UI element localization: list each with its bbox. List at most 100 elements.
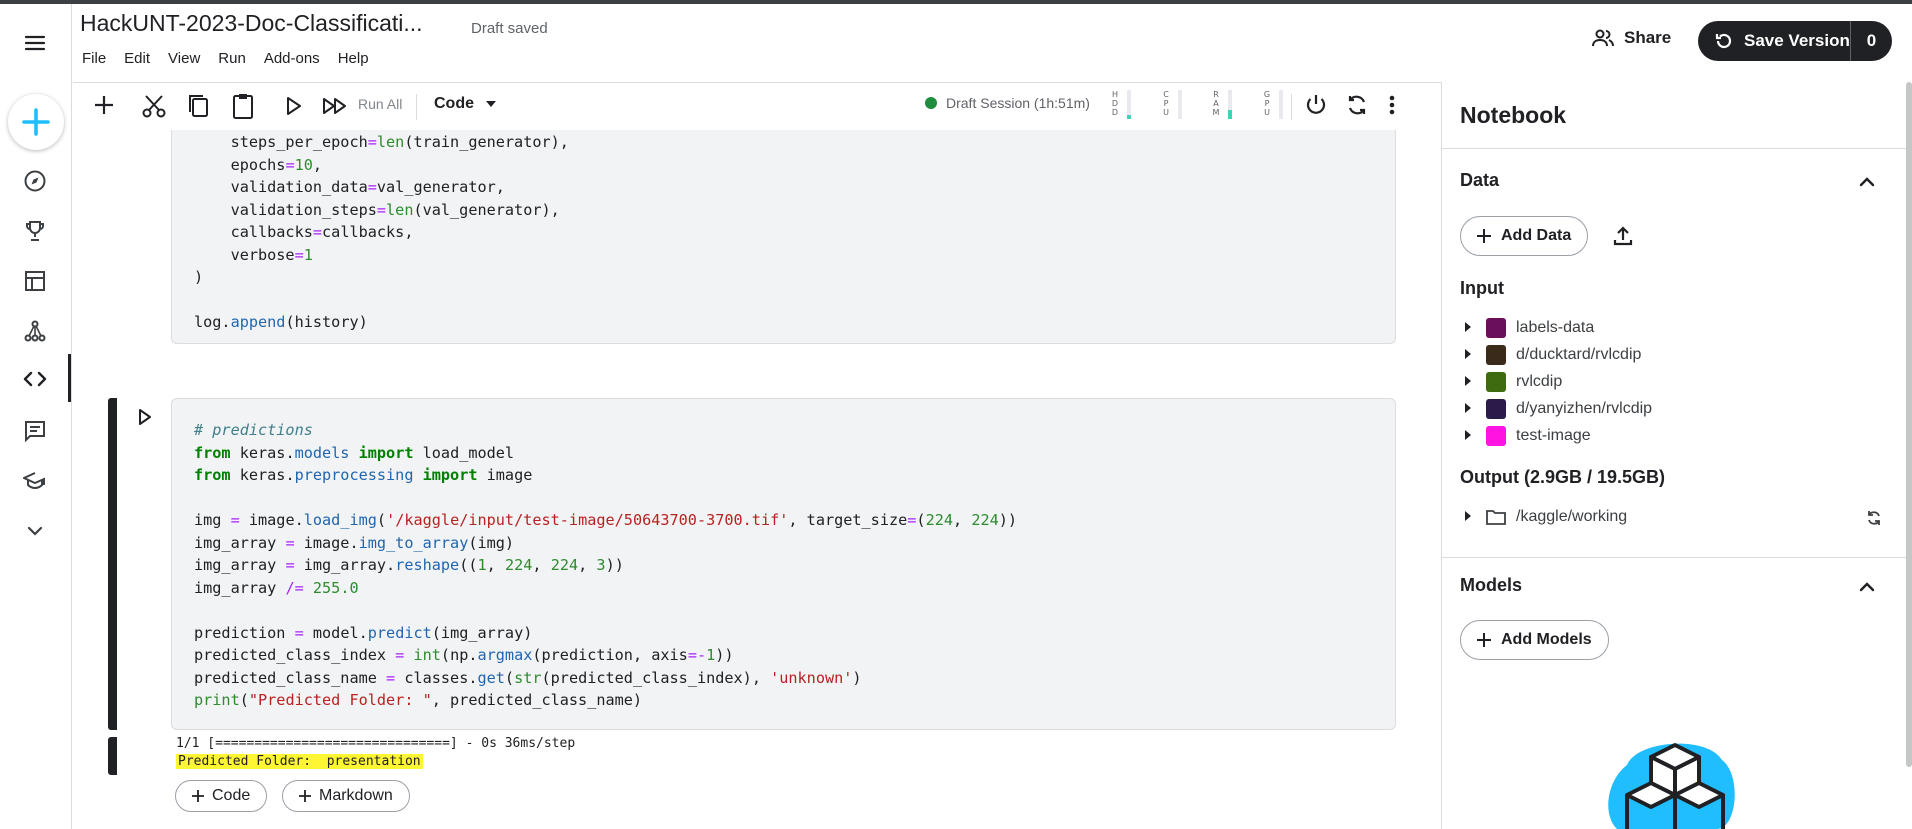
restart-icon[interactable] <box>1345 93 1369 117</box>
menu-bar: File Edit View Run Add-ons Help <box>82 50 369 67</box>
menu-edit[interactable]: Edit <box>124 50 150 67</box>
session-active-dot <box>925 97 937 109</box>
menu-run[interactable]: Run <box>218 50 246 67</box>
trophy-icon[interactable] <box>16 212 54 250</box>
power-icon[interactable] <box>1304 93 1328 117</box>
dataset-thumbnail <box>1486 345 1506 365</box>
hamburger-menu-icon[interactable] <box>16 24 54 62</box>
save-version-button[interactable]: Save Version 0 <box>1698 21 1892 61</box>
input-item-ducktard-rvlcdip[interactable]: d/ducktard/rvlcdip <box>1464 345 1641 365</box>
caret-down-icon <box>486 101 496 107</box>
code-line: ) <box>194 268 204 286</box>
share-button[interactable]: Share <box>1592 28 1671 48</box>
menu-help[interactable]: Help <box>338 50 369 67</box>
compass-icon[interactable] <box>16 162 54 200</box>
output-result: Predicted Folder: presentation <box>176 754 423 769</box>
copy-icon[interactable] <box>186 93 210 119</box>
code-editor[interactable]: steps_per_epoch=len(train_generator), ep… <box>194 131 569 334</box>
add-markdown-cell-button[interactable]: Markdown <box>282 780 410 812</box>
caret-right-icon <box>1465 511 1471 521</box>
output-progress: 1/1 [==============================] - 0… <box>176 736 576 751</box>
caret-right-icon <box>1465 349 1471 359</box>
run-all-icon[interactable] <box>322 96 348 116</box>
menu-add-ons[interactable]: Add-ons <box>264 50 320 67</box>
cpu-meter-label: CPU <box>1163 90 1169 117</box>
output-item-working[interactable]: /kaggle/working <box>1464 508 1627 526</box>
code-line: from keras.preprocessing import image <box>194 466 533 484</box>
input-item-labels-data[interactable]: labels-data <box>1464 318 1594 338</box>
table-icon[interactable] <box>16 262 54 300</box>
menu-view[interactable]: View <box>168 50 200 67</box>
code-line: validation_data=val_generator, <box>194 178 505 196</box>
add-code-cell-button[interactable]: Code <box>175 780 268 812</box>
folder-icon <box>1486 509 1506 525</box>
chevron-down-icon[interactable] <box>16 512 54 550</box>
dataset-thumbnail <box>1486 372 1506 392</box>
input-name: rvlcdip <box>1516 373 1563 390</box>
add-code-label: Code <box>212 787 251 804</box>
input-section-heading: Input <box>1460 278 1504 298</box>
notebook-toolbar <box>73 82 1441 130</box>
code-line: prediction = model.predict(img_array) <box>194 623 533 642</box>
dataset-thumbnail <box>1486 399 1506 419</box>
code-icon[interactable] <box>16 360 54 398</box>
active-output-indicator <box>108 737 117 775</box>
upload-icon[interactable] <box>1612 225 1634 252</box>
plus-icon <box>22 108 50 136</box>
notebook-side-panel: Notebook Data Add Data Input labels-data… <box>1441 82 1907 829</box>
create-button[interactable] <box>8 94 64 150</box>
play-icon <box>139 409 151 425</box>
input-item-test-image[interactable]: test-image <box>1464 426 1591 446</box>
code-line: steps_per_epoch=len(train_generator), <box>194 133 569 151</box>
code-cell-predictions[interactable]: # predictions from keras.models import lo… <box>171 398 1396 730</box>
run-cell-button[interactable] <box>137 408 153 431</box>
chevron-up-icon[interactable] <box>1857 172 1877 197</box>
caret-right-icon <box>1465 376 1471 386</box>
active-cell-indicator <box>108 398 117 730</box>
caret-right-icon <box>1465 322 1471 332</box>
code-line: verbose=1 <box>194 245 313 264</box>
session-status[interactable]: Draft Session (1h:51m) <box>925 95 1090 111</box>
input-item-rvlcdip[interactable]: rvlcdip <box>1464 372 1562 392</box>
dataset-thumbnail <box>1486 318 1506 338</box>
discussion-icon[interactable] <box>16 412 54 450</box>
run-cell-icon[interactable] <box>285 96 303 116</box>
cell-type-select[interactable]: Code <box>434 95 496 113</box>
chevron-up-icon[interactable] <box>1857 577 1877 602</box>
paste-icon[interactable] <box>231 92 255 120</box>
code-cell[interactable]: steps_per_epoch=len(train_generator), ep… <box>171 130 1396 344</box>
cut-icon[interactable] <box>141 93 167 119</box>
run-all-button[interactable]: Run All <box>358 96 402 112</box>
plus-icon <box>1477 633 1491 647</box>
panel-divider <box>1442 148 1907 149</box>
code-line: validation_steps=len(val_generator), <box>194 200 560 219</box>
models-illustration <box>1597 735 1757 829</box>
dataset-thumbnail <box>1486 426 1506 446</box>
models-section-heading[interactable]: Models <box>1460 575 1522 596</box>
left-nav-rail <box>0 4 72 829</box>
output-dir-name: /kaggle/working <box>1516 508 1628 525</box>
notebook-title[interactable]: HackUNT-2023-Doc-Classificati... <box>80 10 423 37</box>
refresh-icon[interactable] <box>1866 510 1882 531</box>
add-models-button[interactable]: Add Models <box>1460 620 1609 660</box>
add-cell-icon[interactable] <box>92 93 116 117</box>
caret-right-icon <box>1465 403 1471 413</box>
code-editor[interactable]: # predictions from keras.models import lo… <box>194 419 1017 712</box>
model-network-icon[interactable] <box>16 312 54 350</box>
add-data-button[interactable]: Add Data <box>1460 216 1589 256</box>
data-section-heading[interactable]: Data <box>1460 170 1499 191</box>
menu-file[interactable]: File <box>82 50 106 67</box>
code-line: img = image.load_img('/kaggle/input/test… <box>194 511 1018 529</box>
learn-school-icon[interactable] <box>16 462 54 500</box>
code-line: img_array = image.img_to_array(img) <box>194 533 515 552</box>
code-line: log.append(history) <box>194 313 368 331</box>
version-count[interactable]: 0 <box>1851 31 1892 51</box>
input-name: labels-data <box>1516 319 1595 336</box>
panel-divider <box>1442 557 1907 558</box>
page-scrollbar[interactable] <box>1906 82 1912 767</box>
code-line: from keras.models import load_model <box>194 443 515 462</box>
plus-icon <box>299 790 311 802</box>
more-vert-icon[interactable] <box>1387 93 1397 117</box>
input-item-yanyizhen-rvlcdip[interactable]: d/yanyizhen/rvlcdip <box>1464 399 1652 419</box>
